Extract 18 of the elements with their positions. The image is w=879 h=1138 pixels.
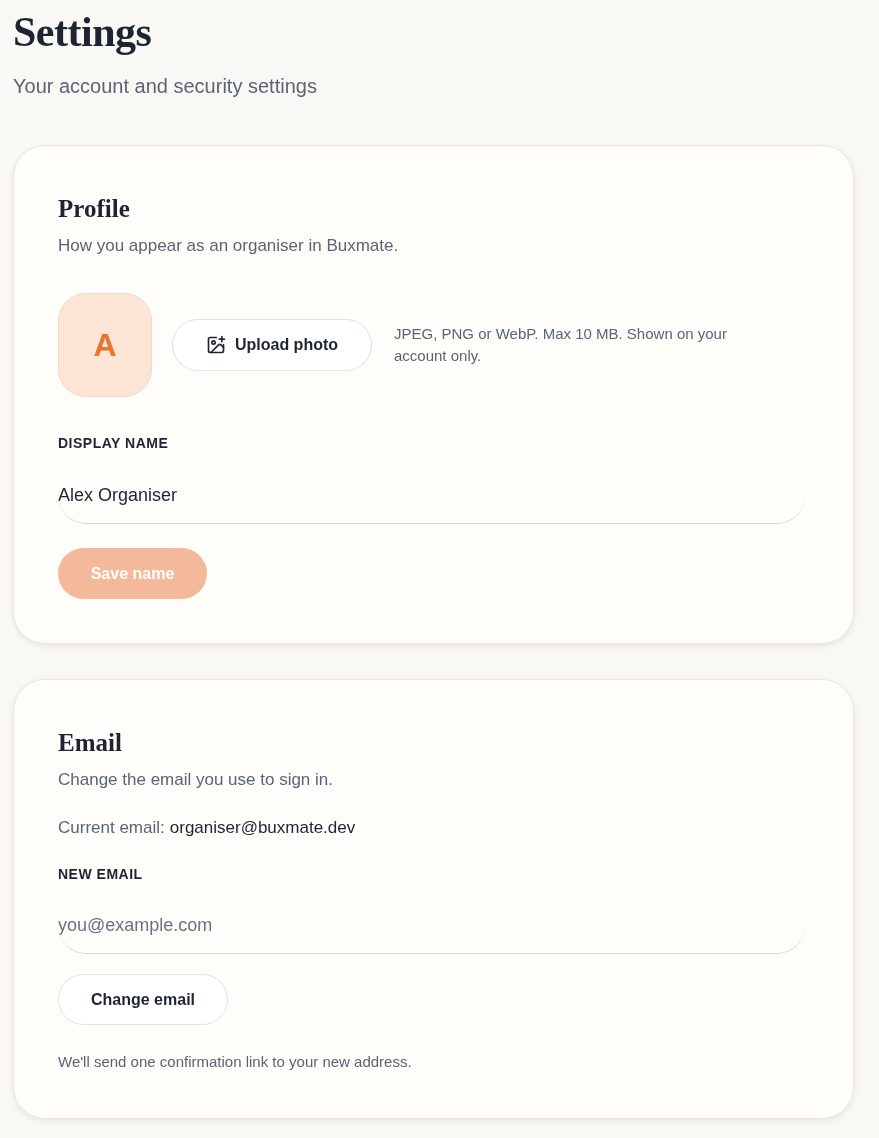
profile-heading: Profile — [58, 194, 130, 224]
email-note: We'll send one confirmation link to your new address. — [58, 1052, 412, 1072]
profile-description: How you appear as an organiser in Buxmate. — [58, 235, 399, 257]
page-title: Settings — [13, 8, 152, 56]
upload-hint: JPEG, PNG or WebP. Max 10 MB. Shown on your account only. — [394, 324, 728, 366]
email-heading: Email — [58, 728, 122, 758]
change-email-button[interactable]: Change email — [58, 974, 228, 1025]
image-plus-icon — [205, 335, 226, 355]
new-email-label: NEW EMAIL — [58, 865, 143, 884]
current-email-label: Current email: — [58, 817, 165, 839]
avatar: A — [58, 293, 152, 397]
page-subtitle: Your account and security settings — [13, 74, 317, 99]
upload-photo-button[interactable]: Upload photo — [172, 319, 372, 371]
display-name-field[interactable]: Alex Organiser — [58, 468, 805, 524]
email-description: Change the email you use to sign in. — [58, 769, 333, 791]
current-email-value: organiser@buxmate.dev — [169, 817, 356, 839]
display-name-label: DISPLAY NAME — [58, 434, 169, 453]
new-email-field[interactable]: you@example.com — [58, 898, 805, 954]
